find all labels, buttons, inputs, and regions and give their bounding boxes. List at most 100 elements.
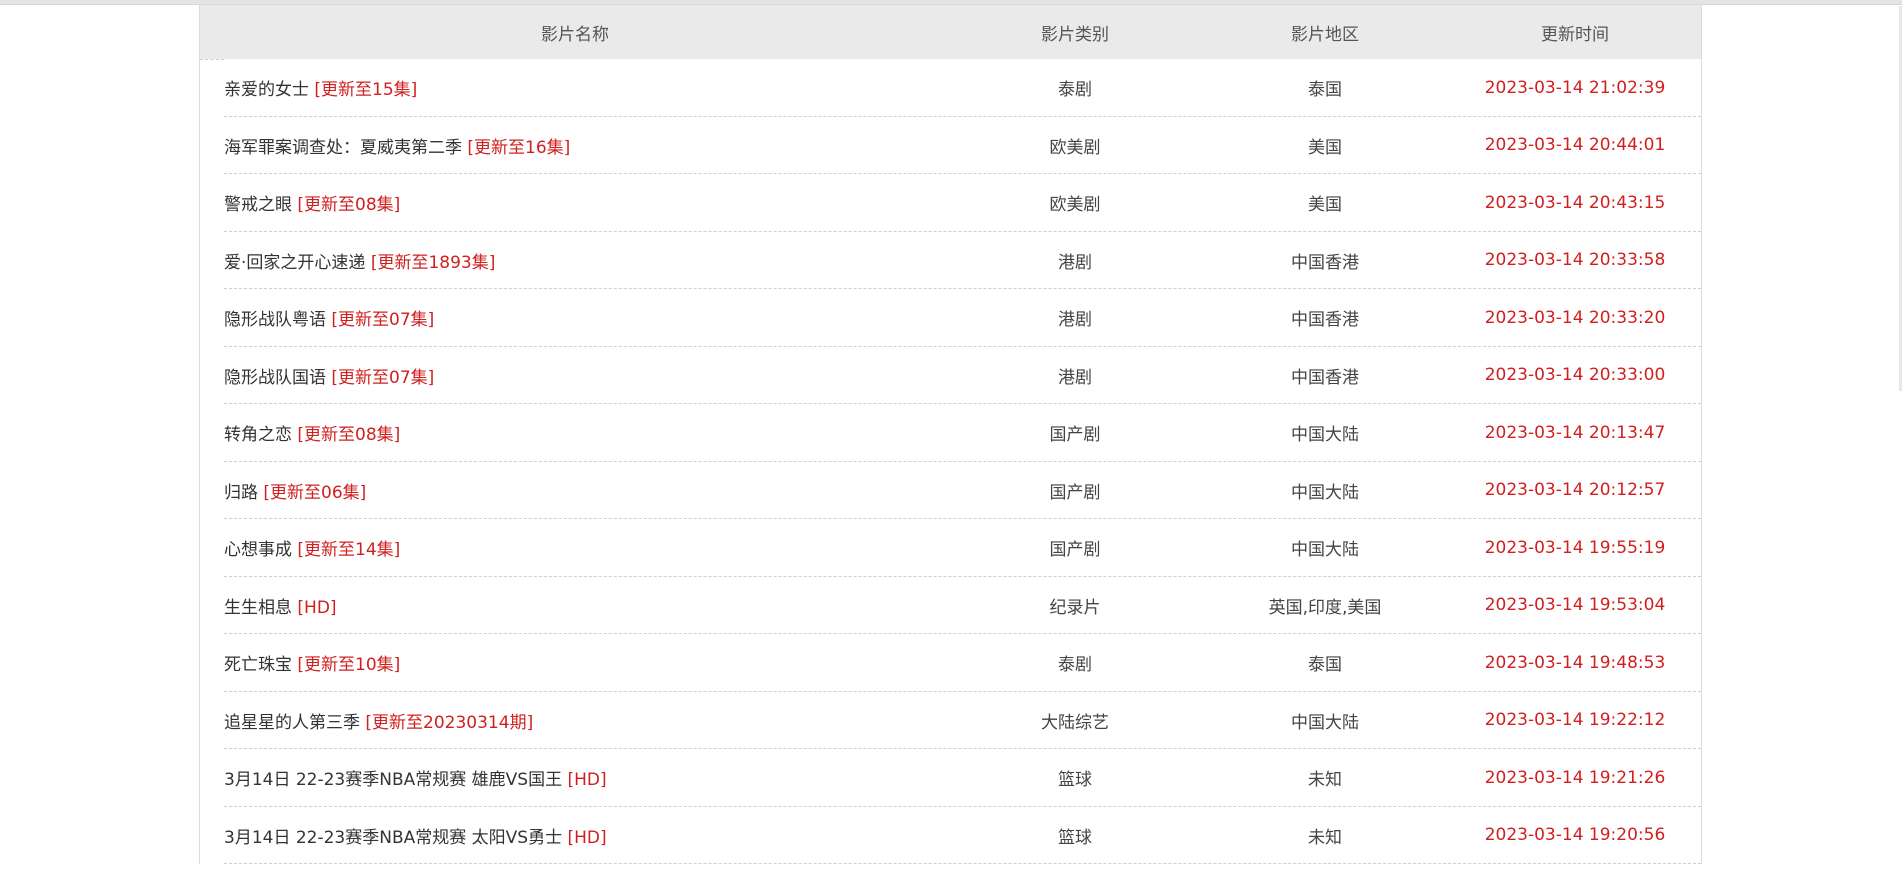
title-cell: 心想事成 [更新至14集]: [200, 535, 950, 560]
region-cell: 中国大陆: [1291, 482, 1359, 503]
movie-title-link[interactable]: 3月14日 22-23赛季NBA常规赛 太阳VS勇士: [224, 828, 562, 848]
region-cell: 泰国: [1308, 655, 1342, 676]
list-body: 亲爱的女士 [更新至15集] 泰剧 泰国 2023-03-14 21:02:39 海军罪…: [200, 59, 1701, 864]
update-status-tag: [更新至1893集]: [370, 252, 496, 273]
movie-title-link[interactable]: 追星星的人第三季: [224, 713, 360, 733]
list-item: 爱·回家之开心速递 [更新至1893集] 港剧 中国香港 2023-03-14 20:…: [200, 232, 1701, 290]
update-status-tag: [更新至10集]: [297, 655, 401, 676]
list-item: 海军罪案调查处：夏威夷第二季 [更新至16集] 欧美剧 美国 2023-03-14 2…: [200, 117, 1701, 175]
category-cell[interactable]: 纪录片: [950, 593, 1200, 618]
category-cell[interactable]: 国产剧: [950, 478, 1200, 503]
list-item: 追星星的人第三季 [更新至20230314期] 大陆综艺 中国大陆 2023-03-1…: [200, 692, 1701, 750]
movie-title-link[interactable]: 警戒之眼: [224, 195, 292, 215]
movie-title-link[interactable]: 心想事成: [224, 540, 292, 560]
title-cell: 死亡珠宝 [更新至10集]: [200, 650, 950, 675]
update-time-cell: 2023-03-14 19:21:26: [1484, 767, 1666, 788]
header-type: 影片类别: [1041, 24, 1109, 45]
list-item: 生生相息 [HD] 纪录片 英国,印度,美国 2023-03-14 19:53:04: [200, 577, 1701, 635]
list-item: 归路 [更新至06集] 国产剧 中国大陆 2023-03-14 20:12:57: [200, 462, 1701, 520]
category-cell[interactable]: 国产剧: [950, 535, 1200, 560]
update-status-tag: [HD]: [567, 827, 607, 848]
title-cell: 3月14日 22-23赛季NBA常规赛 太阳VS勇士 [HD]: [200, 823, 950, 848]
update-time-cell: 2023-03-14 20:13:47: [1484, 422, 1666, 443]
update-time-cell: 2023-03-14 21:02:39: [1484, 77, 1666, 98]
movie-title-link[interactable]: 隐形战队粤语: [224, 310, 326, 330]
list-item: 死亡珠宝 [更新至10集] 泰剧 泰国 2023-03-14 19:48:53: [200, 634, 1701, 692]
list-item: 转角之恋 [更新至08集] 国产剧 中国大陆 2023-03-14 20:13:47: [200, 404, 1701, 462]
movie-title-link[interactable]: 死亡珠宝: [224, 655, 292, 675]
update-status-tag: [更新至07集]: [331, 367, 435, 388]
region-cell: 中国大陆: [1291, 540, 1359, 561]
update-status-tag: [更新至07集]: [331, 310, 435, 331]
category-cell[interactable]: 篮球: [950, 823, 1200, 848]
update-status-tag: [HD]: [567, 770, 607, 791]
title-cell: 海军罪案调查处：夏威夷第二季 [更新至16集]: [200, 133, 950, 158]
region-cell: 中国大陆: [1291, 712, 1359, 733]
category-cell[interactable]: 欧美剧: [950, 133, 1200, 158]
category-cell[interactable]: 泰剧: [950, 650, 1200, 675]
title-cell: 生生相息 [HD]: [200, 593, 950, 618]
update-status-tag: [更新至06集]: [263, 482, 367, 503]
region-cell: 中国大陆: [1291, 425, 1359, 446]
movie-title-link[interactable]: 海军罪案调查处：夏威夷第二季: [224, 138, 462, 158]
category-cell[interactable]: 泰剧: [950, 75, 1200, 100]
update-list: 影片名称 影片类别 影片地区 更新时间 亲爱的女士 [更新至15集] 泰剧 泰国 20…: [199, 5, 1702, 864]
category-cell[interactable]: 港剧: [950, 305, 1200, 330]
header-region: 影片地区: [1291, 24, 1359, 45]
update-time-cell: 2023-03-14 20:44:01: [1484, 135, 1666, 156]
update-status-tag: [更新至14集]: [297, 540, 401, 561]
list-item: 隐形战队国语 [更新至07集] 港剧 中国香港 2023-03-14 20:33:00: [200, 347, 1701, 405]
movie-title-link[interactable]: 归路: [224, 483, 258, 503]
region-cell: 未知: [1308, 827, 1342, 848]
list-item: 亲爱的女士 [更新至15集] 泰剧 泰国 2023-03-14 21:02:39: [200, 59, 1701, 117]
region-cell: 美国: [1308, 137, 1342, 158]
movie-title-link[interactable]: 转角之恋: [224, 425, 292, 445]
movie-title-link[interactable]: 生生相息: [224, 598, 292, 618]
region-cell: 中国香港: [1291, 310, 1359, 331]
update-time-cell: 2023-03-14 20:33:20: [1484, 307, 1666, 328]
title-cell: 警戒之眼 [更新至08集]: [200, 190, 950, 215]
list-item: 心想事成 [更新至14集] 国产剧 中国大陆 2023-03-14 19:55:19: [200, 519, 1701, 577]
movie-title-link[interactable]: 隐形战队国语: [224, 368, 326, 388]
update-time-cell: 2023-03-14 19:55:19: [1484, 537, 1666, 558]
title-cell: 隐形战队国语 [更新至07集]: [200, 363, 950, 388]
update-time-cell: 2023-03-14 19:53:04: [1484, 595, 1666, 616]
update-time-cell: 2023-03-14 20:33:00: [1484, 365, 1666, 386]
list-item: 隐形战队粤语 [更新至07集] 港剧 中国香港 2023-03-14 20:33:20: [200, 289, 1701, 347]
movie-title-link[interactable]: 3月14日 22-23赛季NBA常规赛 雄鹿VS国王: [224, 770, 562, 790]
category-cell[interactable]: 港剧: [950, 363, 1200, 388]
update-time-cell: 2023-03-14 20:33:58: [1484, 250, 1666, 271]
title-cell: 亲爱的女士 [更新至15集]: [200, 75, 950, 100]
category-cell[interactable]: 国产剧: [950, 420, 1200, 445]
update-status-tag: [更新至16集]: [467, 137, 571, 158]
title-cell: 追星星的人第三季 [更新至20230314期]: [200, 708, 950, 733]
update-time-cell: 2023-03-14 20:43:15: [1484, 192, 1666, 213]
category-cell[interactable]: 篮球: [950, 765, 1200, 790]
list-item: 3月14日 22-23赛季NBA常规赛 雄鹿VS国王 [HD] 篮球 未知 2023-…: [200, 749, 1701, 807]
region-cell: 英国,印度,美国: [1268, 597, 1382, 618]
movie-title-link[interactable]: 爱·回家之开心速递: [224, 253, 365, 273]
header-title: 影片名称: [541, 24, 609, 45]
update-status-tag: [更新至20230314期]: [365, 712, 534, 733]
update-status-tag: [更新至08集]: [297, 425, 401, 446]
title-cell: 转角之恋 [更新至08集]: [200, 420, 950, 445]
title-cell: 爱·回家之开心速递 [更新至1893集]: [200, 248, 950, 273]
header-time: 更新时间: [1541, 24, 1609, 45]
movie-title-link[interactable]: 亲爱的女士: [224, 80, 309, 100]
update-status-tag: [更新至15集]: [314, 80, 418, 101]
update-status-tag: [HD]: [297, 597, 337, 618]
category-cell[interactable]: 大陆综艺: [950, 708, 1200, 733]
update-status-tag: [更新至08集]: [297, 195, 401, 216]
list-item: 警戒之眼 [更新至08集] 欧美剧 美国 2023-03-14 20:43:15: [200, 174, 1701, 232]
update-time-cell: 2023-03-14 20:12:57: [1484, 480, 1666, 501]
list-item: 3月14日 22-23赛季NBA常规赛 太阳VS勇士 [HD] 篮球 未知 2023-…: [200, 807, 1701, 865]
category-cell[interactable]: 港剧: [950, 248, 1200, 273]
list-header: 影片名称 影片类别 影片地区 更新时间: [200, 5, 1701, 59]
region-cell: 中国香港: [1291, 252, 1359, 273]
region-cell: 泰国: [1308, 80, 1342, 101]
update-time-cell: 2023-03-14 19:20:56: [1484, 825, 1666, 846]
region-cell: 美国: [1308, 195, 1342, 216]
title-cell: 归路 [更新至06集]: [200, 478, 950, 503]
category-cell[interactable]: 欧美剧: [950, 190, 1200, 215]
region-cell: 中国香港: [1291, 367, 1359, 388]
